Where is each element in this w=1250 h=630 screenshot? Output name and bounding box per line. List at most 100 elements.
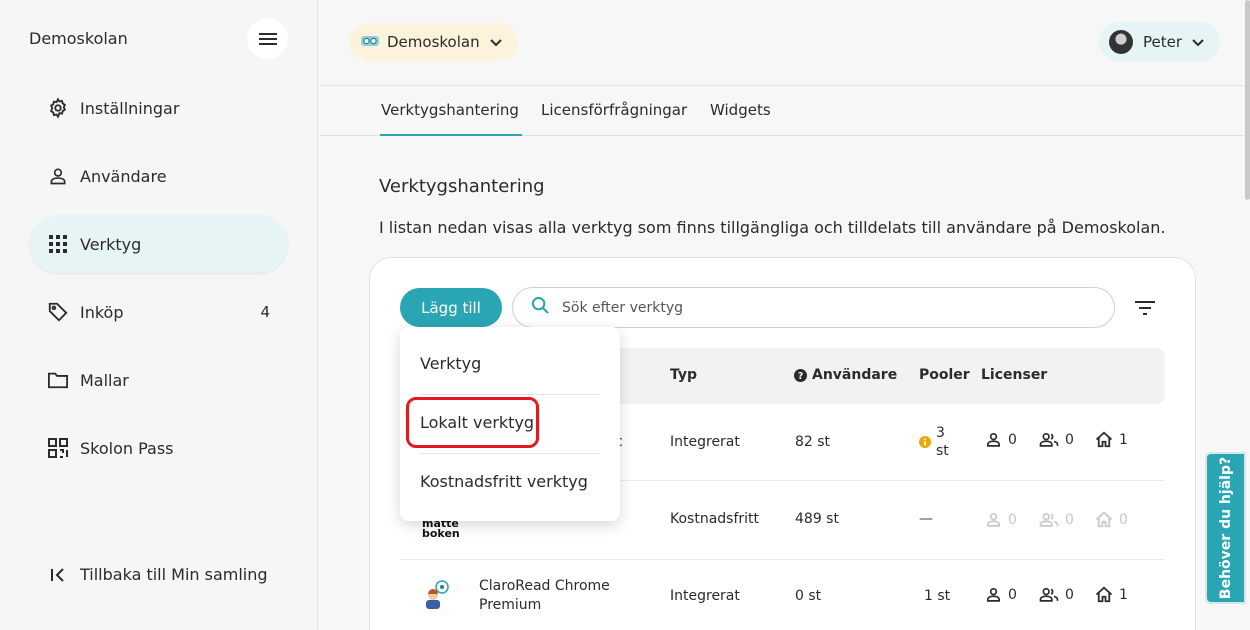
sidebar-item-label: Inställningar — [80, 98, 180, 118]
help-tab-label: Behöver du hjälp? — [1217, 456, 1234, 600]
tool-pools: — — [919, 511, 933, 527]
page-title: Verktygshantering — [379, 176, 545, 197]
page-description: I listan nedan visas alla verktyg som fi… — [379, 218, 1166, 237]
sidebar-item-label: Mallar — [80, 370, 129, 390]
tab-widgets[interactable]: Widgets — [710, 101, 771, 119]
tab-licensforfragningar[interactable]: Licensförfrågningar — [541, 101, 687, 119]
school-selector[interactable]: Demoskolan — [349, 23, 518, 61]
license-school: 1 — [1095, 431, 1128, 448]
svg-text:?: ? — [798, 370, 803, 381]
license-group: 0 — [1039, 431, 1074, 448]
license-group: 0 — [1039, 511, 1074, 528]
info-icon — [919, 436, 931, 448]
menu-toggle-button[interactable] — [247, 18, 288, 59]
menu-item-verktyg[interactable]: Verktyg — [420, 354, 481, 373]
main-content: Demoskolan Peter Verktygshantering Licen… — [319, 0, 1250, 630]
license-group: 0 — [1039, 586, 1074, 603]
scrollbar[interactable] — [1245, 0, 1250, 200]
topbar: Demoskolan Peter — [319, 0, 1247, 86]
license-school: 1 — [1095, 586, 1128, 603]
tag-icon — [46, 300, 70, 324]
license-school: 0 — [1095, 511, 1128, 528]
tool-type: Integrerat — [670, 588, 740, 604]
search-box — [512, 287, 1115, 328]
tool-pools: 3 st — [919, 424, 949, 460]
license-person: 0 — [985, 586, 1017, 603]
license-person-count: 0 — [1008, 511, 1017, 528]
group-icon — [1039, 587, 1059, 602]
license-school-count: 1 — [1119, 586, 1128, 603]
column-header-users-label: Användare — [812, 367, 898, 383]
license-group-count: 0 — [1065, 511, 1074, 528]
column-header-pools[interactable]: Pooler — [919, 367, 970, 383]
claroread-logo-icon — [422, 580, 450, 614]
back-link-label: Tillbaka till Min samling — [80, 565, 268, 584]
sidebar-school-name: Demoskolan — [29, 29, 128, 48]
tool-users: 82 st — [795, 434, 831, 450]
pools-unit: st — [936, 443, 949, 459]
sidebar-item-installningar[interactable]: Inställningar — [29, 79, 288, 137]
column-header-type[interactable]: Typ — [670, 367, 697, 383]
matteboken-logo: matte boken — [422, 517, 460, 540]
user-menu[interactable]: Peter — [1099, 22, 1221, 62]
column-header-users[interactable]: ? Användare — [794, 367, 897, 383]
house-icon — [1095, 431, 1113, 448]
license-group-count: 0 — [1065, 586, 1074, 603]
gear-icon — [46, 96, 70, 120]
filter-icon — [1135, 301, 1155, 315]
sidebar-item-skolon-pass[interactable]: Skolon Pass — [29, 419, 288, 477]
tool-name: ClaroRead Chrome Premium — [479, 578, 610, 613]
filter-button[interactable] — [1132, 296, 1158, 320]
sidebar-item-verktyg[interactable]: Verktyg — [29, 215, 288, 273]
help-circle-icon: ? — [794, 368, 807, 382]
sidebar-item-label: Skolon Pass — [80, 438, 174, 458]
collapse-left-icon — [46, 567, 70, 583]
tool-type: Integrerat — [670, 434, 740, 450]
license-person: 0 — [985, 431, 1017, 448]
user-name: Peter — [1143, 33, 1183, 51]
pools-count: 3 — [936, 425, 945, 441]
person-icon — [986, 432, 1001, 447]
tool-users: 0 st — [795, 588, 822, 604]
license-person-count: 0 — [1008, 586, 1017, 603]
sidebar-item-label: Användare — [80, 166, 167, 186]
tab-bar: Verktygshantering Licensförfrågningar Wi… — [319, 86, 1247, 136]
license-person: 0 — [985, 511, 1017, 528]
column-header-licenses[interactable]: Licenser — [981, 367, 1047, 383]
search-icon — [531, 296, 550, 319]
help-tab-button[interactable]: Behöver du hjälp? — [1205, 452, 1246, 604]
folder-icon — [46, 368, 70, 392]
sidebar-item-inkop[interactable]: Inköp 4 — [29, 283, 288, 341]
chevron-down-icon — [1192, 33, 1204, 51]
tab-verktygshantering[interactable]: Verktygshantering — [380, 101, 522, 136]
table-row[interactable]: ClaroRead Chrome Premium Integrerat 0 st… — [400, 560, 1165, 630]
person-icon — [986, 512, 1001, 527]
menu-item-kostnadsfritt-verktyg[interactable]: Kostnadsfritt verktyg — [420, 472, 588, 491]
person-icon — [986, 587, 1001, 602]
chevron-down-icon — [489, 33, 502, 51]
back-to-collection-link[interactable]: Tillbaka till Min samling — [46, 565, 268, 584]
person-icon — [46, 164, 70, 188]
tool-type: Kostnadsfritt — [670, 511, 760, 527]
inkop-count-badge: 4 — [260, 303, 270, 321]
license-school-count: 1 — [1119, 431, 1128, 448]
avatar — [1109, 30, 1133, 54]
sidebar-item-label: Verktyg — [80, 234, 142, 254]
house-icon — [1095, 586, 1113, 603]
sidebar-item-anvandare[interactable]: Användare — [29, 147, 288, 205]
qr-code-icon — [46, 436, 70, 460]
highlight-annotation — [406, 397, 539, 448]
license-group-count: 0 — [1065, 431, 1074, 448]
house-icon — [1095, 511, 1113, 528]
group-icon — [1039, 512, 1059, 527]
license-school-count: 0 — [1119, 511, 1128, 528]
sidebar-item-mallar[interactable]: Mallar — [29, 351, 288, 409]
menu-divider — [420, 453, 600, 454]
search-input[interactable] — [562, 299, 1062, 316]
grid-icon — [46, 232, 70, 256]
group-icon — [1039, 432, 1059, 447]
hamburger-icon — [258, 32, 277, 45]
add-button[interactable]: Lägg till — [400, 288, 502, 327]
menu-divider — [420, 394, 600, 395]
school-selector-label: Demoskolan — [387, 33, 480, 51]
